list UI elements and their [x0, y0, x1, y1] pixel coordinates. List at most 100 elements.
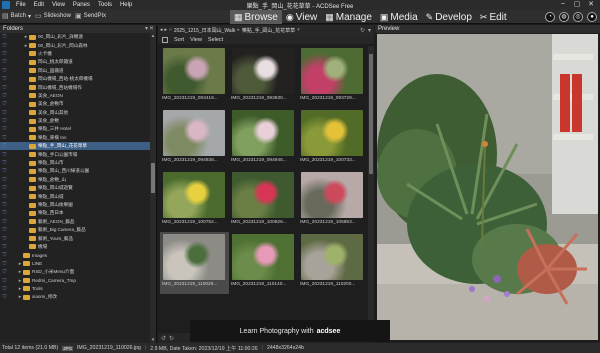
ai-icon[interactable]: ◍ — [559, 12, 569, 22]
folder-tree-item[interactable]: ⛉ 岡山_圓鐵道 — [0, 67, 150, 75]
select-all-checkbox[interactable] — [162, 36, 168, 43]
thumbnail-image[interactable] — [232, 48, 294, 94]
menu-edit[interactable]: Edit — [30, 2, 48, 8]
folder-tree-item[interactable]: ⛉ 樂點_東橫 Inn — [0, 134, 150, 142]
folder-tree-item[interactable]: ⛉ 樂點_岡山後樂園 — [0, 201, 150, 209]
thumbnail-item[interactable]: IMG_20231219_105853... — [298, 170, 367, 232]
rotate-left-icon[interactable]: ↺ — [161, 335, 166, 342]
batch-button[interactable]: ▤ Batch ▾ — [2, 12, 31, 20]
folder-tree-item[interactable]: ⛉ ▸ LINE — [0, 260, 150, 268]
scroll-up-icon[interactable]: ▴ — [150, 33, 156, 39]
folder-tree-item[interactable]: ⛉ 美食_倉敷 — [0, 117, 150, 125]
browser-scrollbar[interactable] — [368, 46, 374, 331]
thumbnail-image[interactable] — [301, 172, 363, 218]
folder-tree-item[interactable]: ⛉ Images — [0, 251, 150, 259]
mode-view[interactable]: ◉ View — [282, 10, 321, 24]
thumbnail-item[interactable]: IMG_20231219_100752... — [160, 170, 229, 232]
thumbnail-image[interactable] — [301, 110, 363, 156]
folder-tree-item[interactable]: ⛉ 美食_岡山其他 — [0, 109, 150, 117]
folder-tree-item[interactable]: ⛉ 樂點_岡山城遊覽 — [0, 184, 150, 192]
folder-tree-item[interactable]: ⛉ 樂點_手_岡山_花花草草 — [0, 142, 150, 151]
folder-tree-item[interactable]: ⛉ 樂點_手口公園市場 — [0, 150, 150, 158]
mode-media[interactable]: ▣ Media — [376, 10, 422, 24]
mode-edit[interactable]: ✂ Edit — [476, 10, 511, 24]
thumbnail-image[interactable] — [232, 234, 294, 280]
folder-tree-item[interactable]: ⛉ 樂點_岡山_西川綠道公園 — [0, 167, 150, 175]
breadcrumb-current[interactable]: 樂點_手_岡山_花花草草 — [242, 27, 295, 34]
sort-button[interactable]: Sort — [174, 37, 184, 43]
back-icon[interactable]: ◂ — [160, 27, 163, 33]
menu-panes[interactable]: Panes — [69, 2, 94, 8]
thumbnail-image[interactable] — [232, 110, 294, 156]
rotate-right-icon[interactable]: ↻ — [169, 335, 174, 342]
folder-tree-item[interactable]: ⛉ 樂點_岡山城 — [0, 192, 150, 200]
refresh-icon[interactable]: ↻ — [360, 27, 365, 34]
thumbnail-item[interactable]: IMG_20231219_100733... — [298, 108, 367, 170]
folder-tree-item[interactable]: ⛉ 藝術_AEON_藝品 — [0, 218, 150, 226]
sendpix-button[interactable]: ▣ SendPix — [75, 12, 106, 20]
close-button[interactable]: ✕ — [584, 0, 598, 8]
folder-tree-item[interactable]: ⛉ 樂點_西日本 — [0, 209, 150, 217]
menu-tools[interactable]: Tools — [94, 2, 116, 8]
folder-tree-item[interactable]: ⛉ 藝術_Yours_藝品 — [0, 234, 150, 242]
folder-tree-item[interactable]: ⛉ 岡山_桃太郎鐵道 — [0, 58, 150, 66]
folder-tree-item[interactable]: ⛉ ▸ 00_岡山_彩片_詳機遠 — [0, 33, 150, 41]
mode-browse[interactable]: ▦ Browse — [230, 10, 282, 24]
breadcrumb-dropdown-icon[interactable]: ▾ — [297, 27, 300, 33]
menu-help[interactable]: Help — [116, 2, 136, 8]
folder-tree-item[interactable]: ⛉ 樂點_岡山市 — [0, 159, 150, 167]
select-button[interactable]: Select — [208, 37, 223, 43]
menu-view[interactable]: View — [48, 2, 69, 8]
account-icon[interactable]: ● — [587, 12, 597, 22]
thumbnail-image[interactable] — [163, 48, 225, 94]
folder-tree-item[interactable]: ⛉ 火卡機 — [0, 50, 150, 58]
folder-tree-item[interactable]: ⛉ 樂點_三井 Hotel — [0, 125, 150, 133]
folders-scroll-thumb[interactable] — [151, 163, 155, 193]
folder-tree-item[interactable]: ⛉ 美食_倉敷市 — [0, 100, 150, 108]
folder-tree-item[interactable]: ⛉ 岡山機場_西站-桃太郎機場 — [0, 75, 150, 83]
folder-tree-item[interactable]: ⛉ 岡山機場_西站機場作 — [0, 83, 150, 91]
thumbnail-item[interactable]: IMG_20231219_093416... — [160, 46, 229, 108]
folder-tree-item[interactable]: ⛉ 機場 — [0, 243, 150, 251]
folder-tree-item[interactable]: ⛉ ▸ Redmi_Camera_Tmp — [0, 276, 150, 284]
thumbnail-item[interactable]: IMG_20231219_110026... — [160, 232, 229, 294]
thumbnail-image[interactable] — [301, 48, 363, 94]
thumbnail-item[interactable]: IMG_20231219_110140... — [229, 232, 298, 294]
thumbnail-image[interactable] — [301, 234, 363, 280]
filter-icon[interactable]: ▾ — [368, 27, 371, 34]
thumbnail-item[interactable]: IMG_20231219_094945... — [229, 108, 298, 170]
folder-tree-item[interactable]: ⛉ 藝術_Big Camera_藝品 — [0, 226, 150, 234]
thumbnail-item[interactable]: IMG_20231219_093630... — [229, 46, 298, 108]
mode-manage[interactable]: ▦ Manage — [321, 10, 376, 24]
folder-tree-item[interactable]: ⛉ ▸ Tools — [0, 285, 150, 293]
thumbnail-item[interactable]: IMG_20231219_110200... — [298, 232, 367, 294]
thumbnail-image[interactable] — [163, 234, 225, 280]
breadcrumb-parent[interactable]: 2025_1215_日本岡山_Walk — [174, 27, 236, 34]
maximize-button[interactable]: ▢ — [570, 0, 584, 8]
browser-scroll-thumb[interactable] — [369, 54, 373, 174]
view-button[interactable]: View — [190, 37, 202, 43]
folder-tree-item[interactable]: ⛉ 美食_AEON — [0, 92, 150, 100]
mode-develop[interactable]: ✎ Develop — [422, 10, 476, 24]
thumbnail-image[interactable] — [232, 172, 294, 218]
forward-icon[interactable]: ▸ — [165, 27, 168, 33]
folder-tree-item[interactable]: ⛉ ▸ RSD_小米Menu介面 — [0, 268, 150, 276]
share-icon[interactable]: ◎ — [573, 12, 583, 22]
stats-icon[interactable]: ◔ — [545, 12, 555, 22]
close-icon[interactable]: ✕ — [149, 25, 154, 33]
folder-tree-item[interactable]: ⛉ 樂點_倉敷_山 — [0, 176, 150, 184]
slideshow-button[interactable]: ▭ Slideshow — [35, 12, 71, 20]
ad-banner[interactable]: Learn Photography with acdsee — [190, 320, 390, 342]
folders-scrollbar[interactable]: ▴ ▾ — [150, 33, 156, 343]
pin-icon[interactable]: ▾ — [145, 25, 148, 33]
thumbnail-image[interactable] — [163, 110, 225, 156]
thumbnail-item[interactable]: IMG_20231219_094938... — [160, 108, 229, 170]
folder-tree-item[interactable]: ⛉ ▸ xiaomi_修改 — [0, 293, 150, 301]
menu-file[interactable]: File — [12, 2, 30, 8]
folder-tree-item[interactable]: ⛉ ▸ 00_岡山_彩片_岡山森林 — [0, 41, 150, 49]
minimize-button[interactable]: – — [556, 0, 570, 8]
thumbnail-caption: IMG_20231219_100752... — [162, 220, 218, 225]
thumbnail-item[interactable]: IMG_20231219_093729... — [298, 46, 367, 108]
thumbnail-item[interactable]: IMG_20231219_100826... — [229, 170, 298, 232]
thumbnail-image[interactable] — [163, 172, 225, 218]
